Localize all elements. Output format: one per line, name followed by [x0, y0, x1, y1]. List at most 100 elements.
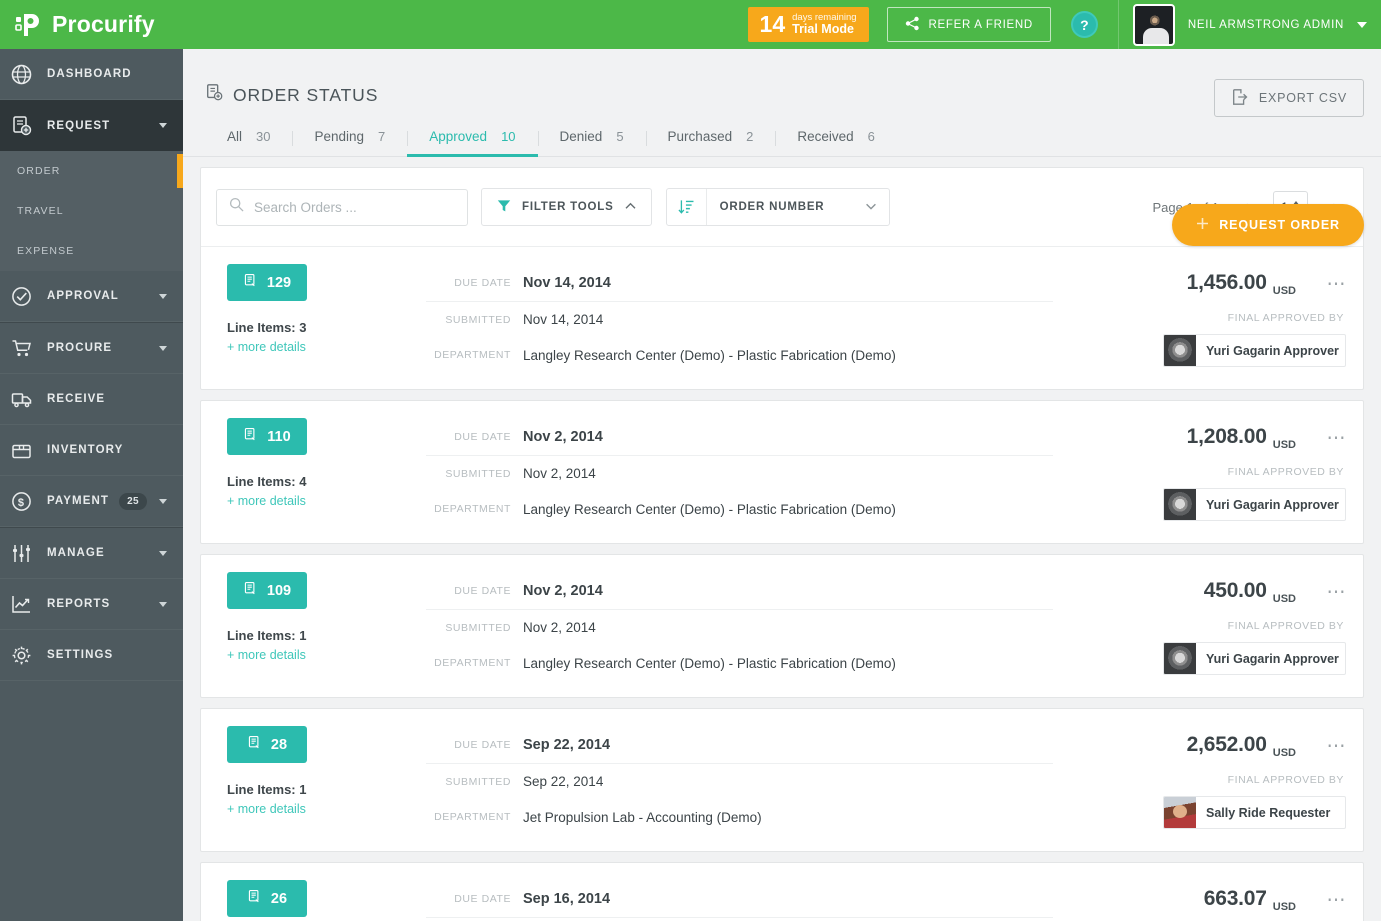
more-options-icon[interactable]: ⋯: [1327, 737, 1348, 756]
submitted-label: SUBMITTED: [445, 775, 511, 788]
refer-a-friend-button[interactable]: REFER A FRIEND: [886, 7, 1051, 42]
final-approved-by-label: FINAL APPROVED BY: [1227, 466, 1344, 478]
more-options-icon[interactable]: ⋯: [1327, 275, 1348, 294]
more-details-link[interactable]: + more details: [227, 802, 426, 816]
more-details-link[interactable]: + more details: [227, 340, 426, 354]
order-number-badge[interactable]: 109: [227, 572, 307, 609]
due-date-value: Nov 2, 2014: [523, 428, 603, 445]
order-amount: 2,652.00: [1186, 732, 1267, 756]
filter-tools-button[interactable]: FILTER TOOLS: [481, 188, 652, 226]
tab-received[interactable]: Received 6: [775, 129, 897, 156]
submitted-value: Sep 22, 2014: [523, 774, 604, 789]
sidebar-item-order[interactable]: ORDER: [0, 151, 183, 191]
more-details-link[interactable]: + more details: [227, 494, 426, 508]
approver-chip[interactable]: Yuri Gagarin Approver: [1163, 642, 1346, 675]
export-csv-button[interactable]: EXPORT CSV: [1213, 79, 1364, 117]
tab-approved[interactable]: Approved 10: [407, 129, 538, 157]
department-label: DEPARTMENT: [434, 657, 511, 669]
sidebar-item-label: PROCURE: [47, 342, 113, 354]
sidebar-subnav-request: ORDER TRAVEL EXPENSE: [0, 151, 183, 271]
sort-descending-icon[interactable]: [667, 189, 707, 225]
sidebar-item-label: REPORTS: [47, 598, 111, 610]
order-number-badge[interactable]: 26: [227, 880, 307, 917]
order-summary-column: 129 Line Items: 3 + more details: [201, 264, 426, 373]
due-date-value: Sep 22, 2014: [523, 736, 611, 753]
submitted-label: SUBMITTED: [445, 621, 511, 634]
sidebar-item-manage[interactable]: MANAGE: [0, 528, 183, 579]
final-approved-by-label: FINAL APPROVED BY: [1227, 620, 1344, 632]
approver-chip[interactable]: Yuri Gagarin Approver: [1163, 334, 1346, 367]
tab-all[interactable]: All 30: [205, 129, 292, 156]
order-amount: 663.07: [1203, 886, 1267, 910]
due-date-label: DUE DATE: [454, 738, 511, 751]
order-summary-column: 109 Line Items: 1 + more details: [201, 572, 426, 681]
approver-chip[interactable]: Yuri Gagarin Approver: [1163, 488, 1346, 521]
tab-purchased[interactable]: Purchased 2: [645, 129, 776, 156]
box-icon: [11, 440, 41, 461]
sidebar-item-receive[interactable]: RECEIVE: [0, 374, 183, 425]
department-value: Langley Research Center (Demo) - Plastic…: [523, 655, 896, 671]
trial-mode-badge[interactable]: 14 days remaining Trial Mode: [747, 7, 869, 42]
sidebar-item-inventory[interactable]: INVENTORY: [0, 425, 183, 476]
approver-chip[interactable]: Sally Ride Requester: [1163, 796, 1346, 829]
sidebar-item-reports[interactable]: REPORTS: [0, 579, 183, 630]
help-icon[interactable]: ?: [1070, 11, 1098, 38]
submitted-label: SUBMITTED: [445, 313, 511, 326]
more-options-icon[interactable]: ⋯: [1327, 583, 1348, 602]
sort-field-select[interactable]: ORDER NUMBER: [707, 189, 890, 225]
brand-logo-area[interactable]: Procurify: [0, 0, 183, 49]
table-row[interactable]: 110 Line Items: 4 + more details DUE DAT…: [201, 401, 1363, 543]
sidebar-item-expense[interactable]: EXPENSE: [0, 231, 183, 271]
more-options-icon[interactable]: ⋯: [1327, 429, 1348, 448]
order-number-badge[interactable]: 110: [227, 418, 307, 455]
sidebar-item-label: MANAGE: [47, 547, 105, 559]
due-date-value: Nov 14, 2014: [523, 274, 611, 291]
approver-name: Yuri Gagarin Approver: [1206, 651, 1339, 666]
request-order-button[interactable]: REQUEST ORDER: [1172, 204, 1364, 246]
order-number: 26: [270, 890, 288, 907]
order-card-26: 26 Line Items: 4 + more details DUE DATE…: [200, 862, 1364, 921]
more-options-icon[interactable]: ⋯: [1327, 891, 1348, 910]
order-number-badge[interactable]: 28: [227, 726, 307, 763]
search-orders-box[interactable]: [216, 188, 468, 226]
line-items-label: Line Items: 1: [227, 628, 307, 643]
search-input[interactable]: [254, 199, 455, 215]
order-number-badge[interactable]: 129: [227, 264, 307, 301]
chevron-down-icon: [159, 293, 167, 299]
sidebar-item-dashboard[interactable]: DASHBOARD: [0, 49, 183, 100]
sidebar-item-request[interactable]: REQUEST: [0, 100, 183, 151]
avatar[interactable]: [1132, 3, 1175, 46]
line-items-label: Line Items: 4: [227, 474, 307, 489]
sidebar-item-label: REQUEST: [47, 119, 111, 132]
gear-icon: [11, 645, 41, 666]
sidebar-item-label: PAYMENT: [47, 495, 110, 507]
sidebar-item-approval[interactable]: APPROVAL: [0, 271, 183, 322]
plus-icon: [1196, 217, 1209, 233]
table-row[interactable]: 26 Line Items: 4 + more details DUE DATE…: [201, 863, 1363, 921]
tab-label: All: [227, 129, 243, 144]
more-details-link[interactable]: + more details: [227, 648, 426, 662]
table-row[interactable]: 28 Line Items: 1 + more details DUE DATE…: [201, 709, 1363, 851]
tab-pending[interactable]: Pending 7: [292, 129, 407, 156]
line-items-label: Line Items: 1: [227, 782, 307, 797]
sidebar-item-label: INVENTORY: [47, 444, 124, 456]
sidebar-item-procure[interactable]: PROCURE: [0, 323, 183, 374]
table-row[interactable]: 109 Line Items: 1 + more details DUE DAT…: [201, 555, 1363, 697]
submitted-value: Nov 2, 2014: [523, 466, 596, 481]
top-bar-right-group: 14 days remaining Trial Mode REFER A FRI…: [747, 0, 1381, 49]
order-document-icon: [205, 83, 224, 107]
order-summary-column: 28 Line Items: 1 + more details: [201, 726, 426, 835]
sidebar-item-settings[interactable]: SETTINGS: [0, 630, 183, 681]
sidebar-item-payment[interactable]: $ PAYMENT 25: [0, 476, 183, 527]
department-value: Langley Research Center (Demo) - Plastic…: [523, 501, 896, 517]
order-doc-icon: [243, 581, 258, 600]
page-header: ORDER STATUS EXPORT CSV: [183, 49, 1381, 117]
user-name-label: NEIL ARMSTRONG ADMIN: [1187, 18, 1344, 31]
table-row[interactable]: 129 Line Items: 3 + more details DUE DAT…: [201, 246, 1363, 389]
brand-name: Procurify: [52, 11, 155, 37]
tab-label: Denied: [559, 129, 603, 144]
sidebar-item-travel[interactable]: TRAVEL: [0, 191, 183, 231]
caret-down-icon[interactable]: [1357, 21, 1367, 28]
trial-days-count: 14: [759, 11, 786, 37]
tab-denied[interactable]: Denied 5: [537, 129, 646, 156]
